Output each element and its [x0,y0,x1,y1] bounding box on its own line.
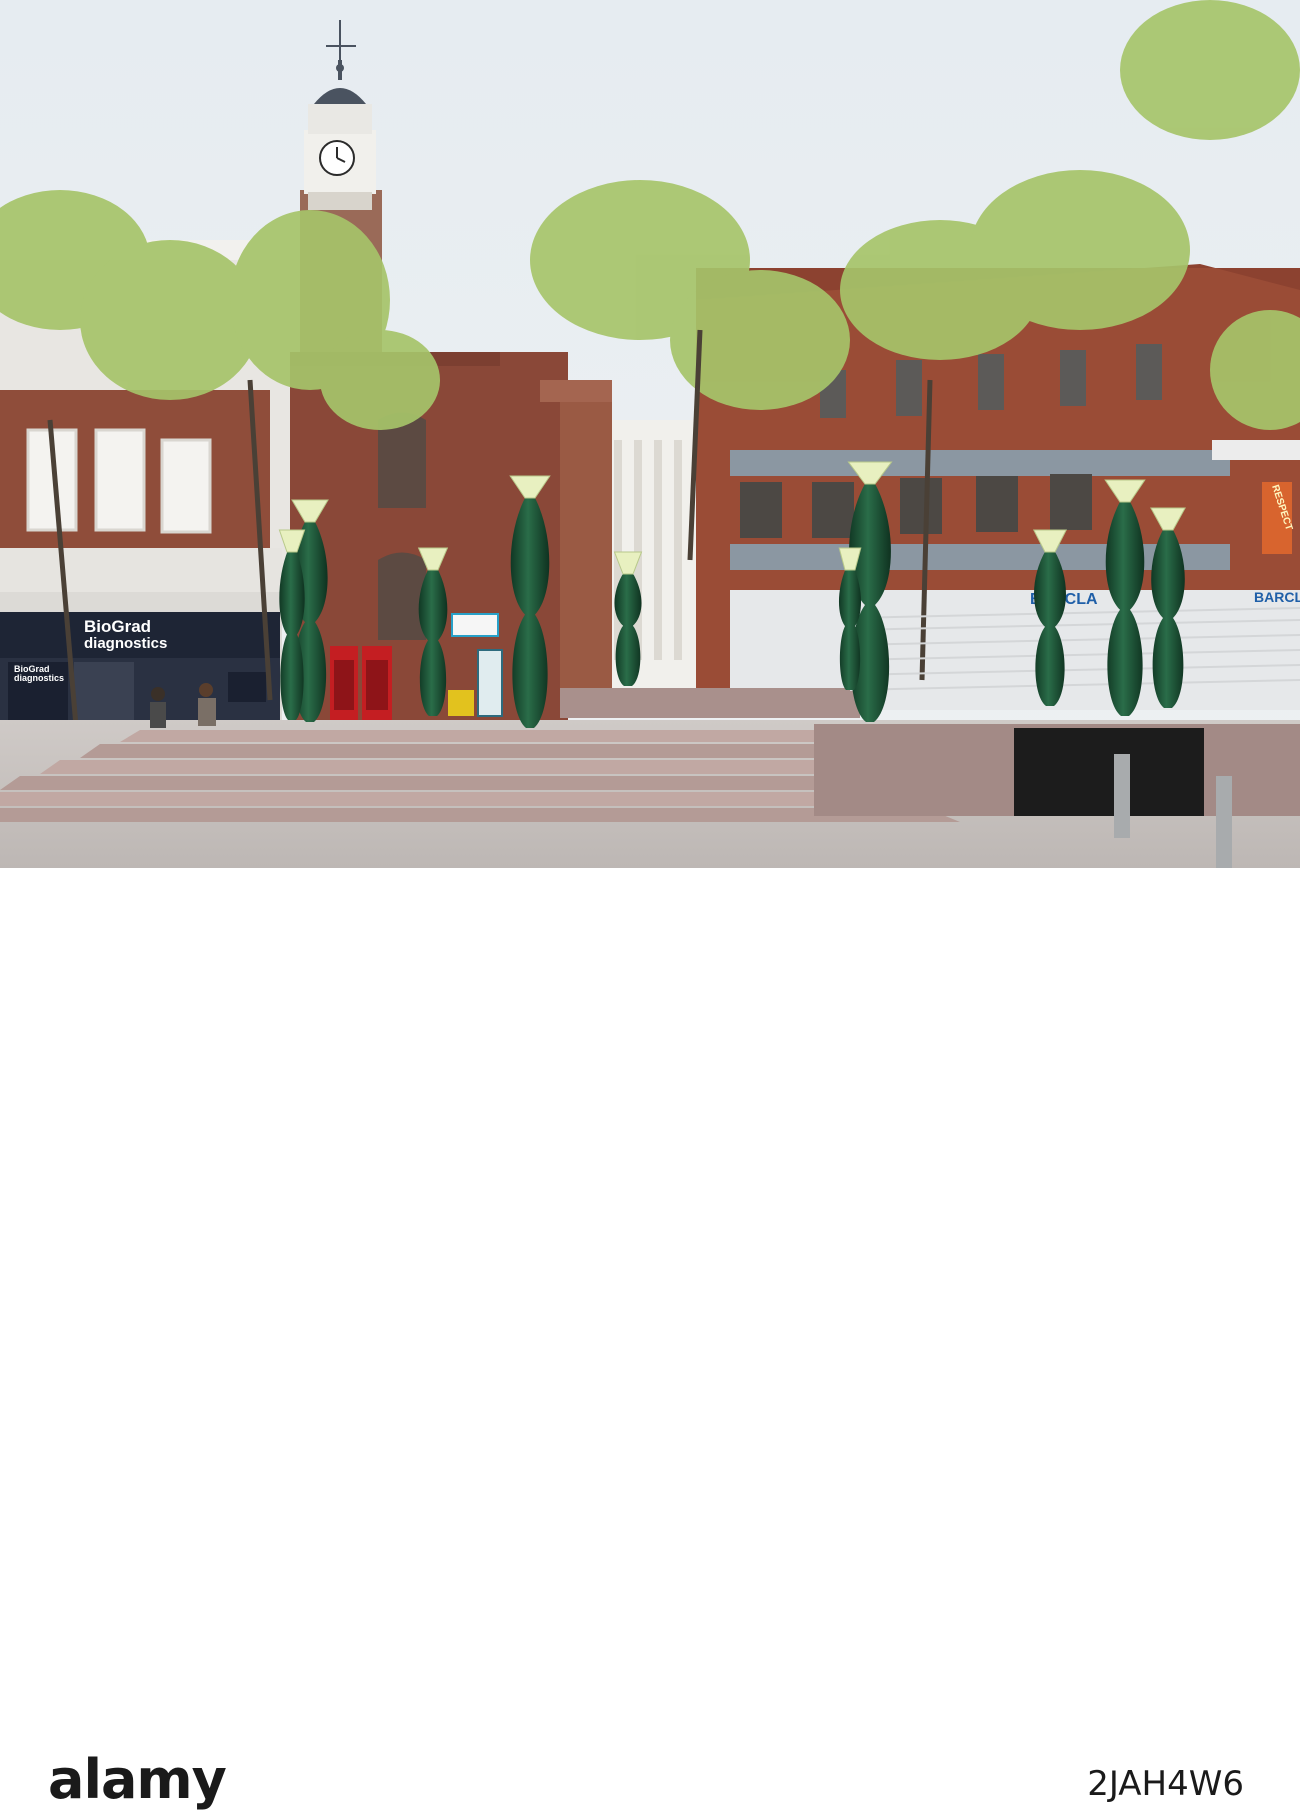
shop-sign-line2: diagnostics [84,635,167,652]
bank-sign-right: BARCLA [1254,589,1300,605]
photo-scene: BioGrad diagnostics BioGrad diagnostics [0,0,1300,868]
raised-platform [560,688,860,718]
shop-sign-line1: BioGrad [84,617,151,636]
info-board [451,613,499,637]
image-id: 2JAH4W6 [1087,1764,1244,1804]
window-sign-line2: diagnostics [14,673,64,683]
town-square-photo: BioGrad diagnostics BioGrad diagnostics [0,0,1300,956]
watermark-bar: alamy 2JAH4W6 [0,868,1300,1811]
black-panel [1014,728,1204,816]
alamy-logo: alamy [48,1748,227,1811]
respect-banner: RESPECT [1262,482,1294,554]
map-board [477,649,503,717]
yellow-sign [448,690,474,716]
